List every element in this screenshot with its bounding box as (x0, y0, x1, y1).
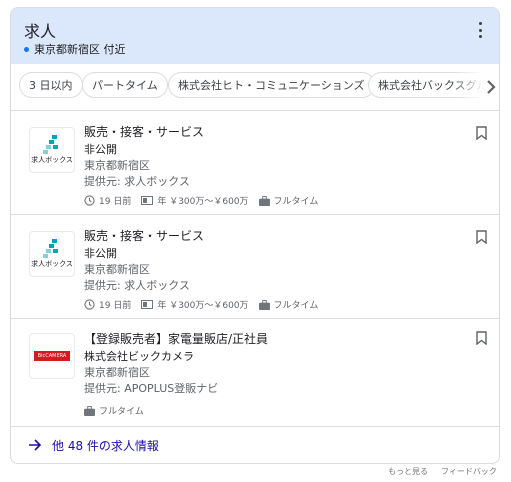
bookmark-icon[interactable] (476, 331, 487, 345)
job-location: 東京都新宿区 (84, 263, 150, 276)
filter-chip-part-time[interactable]: パートタイム (82, 72, 168, 98)
job-salary: 年 ￥300万～￥600万 (157, 197, 249, 207)
job-type: フルタイム (273, 197, 319, 207)
feedback-link[interactable]: フィードバック (441, 466, 497, 477)
filter-chips: 3 日以内 パートタイム 株式会社ヒト・コミュニケーションズ 株式会社バックスグ… (11, 64, 499, 111)
job-listing[interactable]: 求人ボックス 販売・接客・サービス 非公開 東京都新宿区 提供元: 求人ボックス… (11, 110, 499, 215)
job-via: 提供元: APOPLUS登販ナビ (84, 382, 219, 395)
job-meta: フルタイム (84, 404, 144, 417)
filter-chip-hito-communications[interactable]: 株式会社ヒト・コミュニケーションズ (168, 72, 375, 98)
job-company: 非公開 (84, 247, 117, 260)
location-text: 東京都新宿区 付近 (34, 43, 126, 56)
job-title: 【登録販売者】家電量販店/正社員 (84, 332, 269, 346)
more-jobs-link[interactable]: 他 48 件の求人情報 (11, 426, 499, 463)
jobs-card: 求人 東京都新宿区 付近 3 日以内 パートタイム 株式会社ヒト・コミュニケーシ… (10, 7, 500, 464)
job-company: 株式会社ビックカメラ (84, 350, 194, 363)
logo-text: 求人ボックス (31, 260, 73, 268)
job-type: フルタイム (273, 301, 319, 311)
job-location: 東京都新宿区 (84, 366, 150, 379)
job-via: 提供元: 求人ボックス (84, 279, 190, 292)
briefcase-icon (84, 405, 95, 416)
job-company: 非公開 (84, 143, 117, 156)
logo-text: 求人ボックス (31, 156, 73, 164)
job-via: 提供元: 求人ボックス (84, 175, 190, 188)
job-salary: 年 ￥300万～￥600万 (157, 301, 249, 311)
briefcase-icon (258, 195, 270, 206)
filter-chip-3-days[interactable]: 3 日以内 (19, 72, 83, 98)
job-title: 販売・接客・サービス (84, 229, 205, 243)
clock-icon (84, 195, 95, 206)
company-logo: BicCAMERA (29, 333, 75, 379)
chevron-right-icon[interactable] (485, 79, 497, 95)
more-vert-icon[interactable] (474, 22, 486, 38)
jobs-header: 求人 東京都新宿区 付近 (11, 8, 499, 64)
money-icon (141, 196, 154, 205)
clock-icon (84, 299, 95, 310)
bookmark-icon[interactable] (476, 230, 487, 244)
location-label: 東京都新宿区 付近 (24, 41, 126, 57)
job-posted: 19 日前 (99, 197, 132, 207)
kyujinbox-logo-mark (43, 239, 58, 258)
money-icon (141, 300, 154, 309)
job-meta: 19 日前 年 ￥300万～￥600万 フルタイム (84, 298, 318, 311)
more-link[interactable]: もっと見る (388, 466, 428, 477)
more-jobs-text: 他 48 件の求人情報 (52, 439, 159, 453)
job-posted: 19 日前 (99, 301, 132, 311)
job-listing[interactable]: 求人ボックス 販売・接客・サービス 非公開 東京都新宿区 提供元: 求人ボックス… (11, 214, 499, 319)
company-logo: 求人ボックス (29, 127, 75, 173)
bookmark-icon[interactable] (476, 126, 487, 140)
job-type: フルタイム (99, 407, 144, 417)
location-dot-icon (24, 46, 29, 52)
job-location: 東京都新宿区 (84, 159, 150, 172)
kyujinbox-logo-mark (43, 135, 58, 154)
jobs-title: 求人 (24, 22, 57, 41)
job-title: 販売・接客・サービス (84, 125, 205, 139)
job-meta: 19 日前 年 ￥300万～￥600万 フルタイム (84, 194, 318, 207)
job-listing[interactable]: BicCAMERA 【登録販売者】家電量販店/正社員 株式会社ビックカメラ 東京… (11, 318, 499, 427)
company-logo: 求人ボックス (29, 231, 75, 277)
briefcase-icon (258, 299, 270, 310)
biccamera-logo: BicCAMERA (34, 351, 70, 361)
arrow-right-icon (29, 439, 42, 451)
